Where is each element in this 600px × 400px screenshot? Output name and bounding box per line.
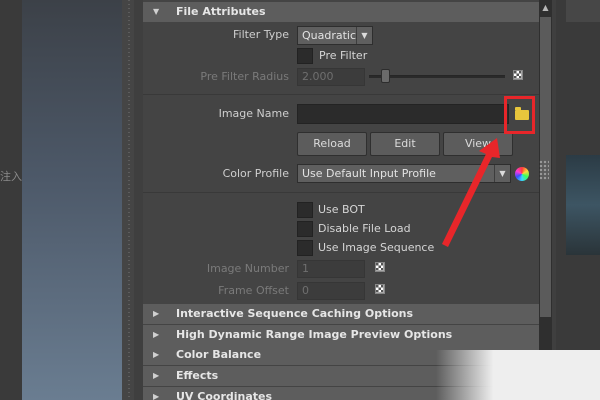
section-title: High Dynamic Range Image Preview Options xyxy=(176,328,453,341)
pre-filter-label: Pre Filter xyxy=(319,49,368,62)
color-profile-value: Use Default Input Profile xyxy=(302,167,436,180)
checker-icon[interactable] xyxy=(513,70,523,80)
checker-icon[interactable] xyxy=(375,262,385,272)
section-title: UV Coordinates xyxy=(176,390,273,400)
use-image-sequence-checkbox[interactable] xyxy=(297,240,313,256)
pre-filter-radius-field[interactable]: 2.000 xyxy=(297,68,365,86)
section-interactive-caching[interactable]: ▶ Interactive Sequence Caching Options xyxy=(143,304,539,324)
expand-arrow-icon: ▶ xyxy=(153,330,160,339)
expand-arrow-icon: ▶ xyxy=(153,309,160,318)
frame-offset-field[interactable]: 0 xyxy=(297,282,365,300)
divider xyxy=(143,94,539,95)
image-number-field[interactable]: 1 xyxy=(297,260,365,278)
left-background xyxy=(0,0,22,400)
chevron-down-icon: ▼ xyxy=(494,165,510,182)
checker-icon[interactable] xyxy=(375,284,385,294)
vertical-scrollbar[interactable]: ▲ xyxy=(539,0,552,400)
image-name-label: Image Name xyxy=(218,107,289,120)
slider-handle[interactable] xyxy=(381,69,390,83)
color-wheel-icon[interactable] xyxy=(515,167,529,181)
divider xyxy=(143,192,539,193)
color-profile-dropdown[interactable]: Use Default Input Profile ▼ xyxy=(297,164,511,183)
image-number-label: Image Number xyxy=(206,262,289,275)
section-title: Interactive Sequence Caching Options xyxy=(176,307,414,320)
reload-button[interactable]: Reload xyxy=(297,132,367,156)
filter-type-dropdown[interactable]: Quadratic ▼ xyxy=(297,26,373,45)
color-profile-label: Color Profile xyxy=(222,167,289,180)
view-button[interactable]: View xyxy=(443,132,513,156)
section-title: File Attributes xyxy=(176,5,266,18)
image-name-field[interactable] xyxy=(297,104,509,124)
section-file-attributes[interactable]: ▼ File Attributes xyxy=(143,2,539,22)
right-top-area xyxy=(566,0,600,22)
pre-filter-radius-label: Pre Filter Radius xyxy=(200,70,289,83)
right-image-preview xyxy=(566,155,600,255)
expand-arrow-icon: ▶ xyxy=(153,371,160,380)
frame-offset-label: Frame Offset xyxy=(218,284,289,297)
scroll-up-icon[interactable]: ▲ xyxy=(540,2,551,14)
annotation-highlight-box xyxy=(504,96,535,134)
filter-type-value: Quadratic xyxy=(302,29,357,42)
disable-file-load-label: Disable File Load xyxy=(318,222,411,235)
resize-grip-icon[interactable] xyxy=(539,160,549,180)
viewport-gradient xyxy=(22,0,122,400)
filter-type-label: Filter Type xyxy=(232,28,289,41)
disable-file-load-checkbox[interactable] xyxy=(297,221,313,237)
collapse-arrow-icon: ▼ xyxy=(153,7,160,16)
chevron-down-icon: ▼ xyxy=(356,27,372,44)
section-title: Effects xyxy=(176,369,219,382)
use-bot-label: Use BOT xyxy=(318,203,365,216)
use-bot-checkbox[interactable] xyxy=(297,202,313,218)
expand-arrow-icon: ▶ xyxy=(153,392,160,400)
use-image-sequence-label: Use Image Sequence xyxy=(318,241,435,254)
left-hint-text: 注入 xyxy=(0,170,22,183)
edit-button[interactable]: Edit xyxy=(370,132,440,156)
pre-filter-checkbox[interactable] xyxy=(297,48,313,64)
section-title: Color Balance xyxy=(176,348,262,361)
attribute-editor-panel: ▼ File Attributes Filter Type Quadratic … xyxy=(143,0,539,400)
section-hdr-preview[interactable]: ▶ High Dynamic Range Image Preview Optio… xyxy=(143,325,539,345)
bottom-right-overlay xyxy=(436,350,600,400)
splitter-grip xyxy=(128,0,130,400)
expand-arrow-icon: ▶ xyxy=(153,350,160,359)
